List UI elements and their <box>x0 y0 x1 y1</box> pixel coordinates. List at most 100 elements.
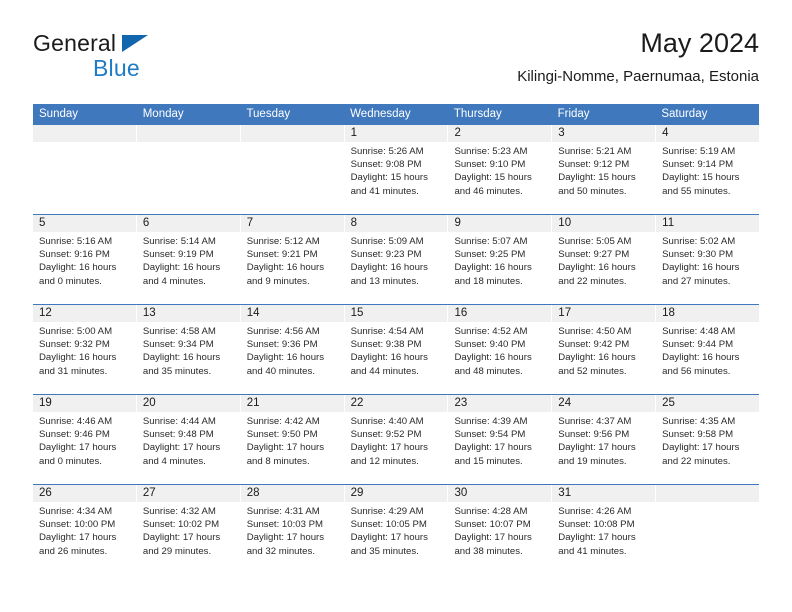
sunrise-time: Sunrise: 4:31 AM <box>246 506 320 517</box>
day-cell[interactable]: 13 Sunrise: 4:58 AM Sunset: 9:34 PM Dayligh… <box>136 305 241 394</box>
calendar-week-row: 19 Sunrise: 4:46 AM Sunset: 9:46 PM Dayligh… <box>33 394 760 484</box>
calendar-week-row: 1 Sunrise: 5:26 AM Sunset: 9:08 PM Daylight… <box>33 125 760 214</box>
day-number: 15 <box>344 305 448 322</box>
sunrise-time: Sunrise: 4:50 AM <box>558 326 632 337</box>
logo-text-general: General <box>33 30 117 56</box>
day-number: 23 <box>448 395 552 412</box>
sunrise-time: Sunrise: 4:52 AM <box>454 326 528 337</box>
day-number: 18 <box>656 305 760 322</box>
calendar-weeks: 1 Sunrise: 5:26 AM Sunset: 9:08 PM Daylight… <box>33 125 760 574</box>
daylight-duration-line1: Daylight: 15 hours <box>454 172 532 184</box>
day-cell[interactable]: 1 Sunrise: 5:26 AM Sunset: 9:08 PM Daylight… <box>344 125 449 214</box>
day-cell[interactable]: 8 Sunrise: 5:09 AM Sunset: 9:23 PM Daylight… <box>344 215 449 304</box>
daylight-duration-line2: and 15 minutes. <box>454 455 523 467</box>
day-details: Sunrise: 5:09 AM Sunset: 9:23 PM Daylight:… <box>345 232 448 288</box>
sunset-time: Sunset: 9:36 PM <box>246 339 318 351</box>
day-cell[interactable]: 18 Sunrise: 4:48 AM Sunset: 9:44 PM Dayligh… <box>656 305 760 394</box>
day-details: Sunrise: 5:21 AM Sunset: 9:12 PM Daylight:… <box>552 142 655 198</box>
daylight-duration-line1: Daylight: 17 hours <box>350 442 428 454</box>
day-cell[interactable]: 27 Sunrise: 4:32 AM Sunset: 10:02 PM Daylig… <box>136 485 241 574</box>
day-details: Sunrise: 5:19 AM Sunset: 9:14 PM Daylight:… <box>656 142 759 198</box>
day-cell[interactable]: 26 Sunrise: 4:34 AM Sunset: 10:00 PM Daylig… <box>33 485 137 574</box>
day-number: 6 <box>136 215 240 232</box>
daylight-duration-line1: Daylight: 15 hours <box>558 172 636 184</box>
day-number <box>136 125 240 142</box>
day-cell[interactable]: 7 Sunrise: 5:12 AM Sunset: 9:21 PM Daylight… <box>240 215 345 304</box>
sunrise-time: Sunrise: 5:26 AM <box>350 146 424 157</box>
daylight-duration-line1: Daylight: 15 hours <box>662 172 740 184</box>
general-blue-logo[interactable]: General Blue <box>33 30 233 86</box>
calendar-week-row: 5 Sunrise: 5:16 AM Sunset: 9:16 PM Daylight… <box>33 214 760 304</box>
page-header: General Blue May 2024 Kilingi-Nomme, Pae… <box>33 28 759 98</box>
day-cell[interactable]: 29 Sunrise: 4:29 AM Sunset: 10:05 PM Daylig… <box>344 485 449 574</box>
sunset-time: Sunset: 10:00 PM <box>39 519 116 531</box>
calendar-week-row: 26 Sunrise: 4:34 AM Sunset: 10:00 PM Daylig… <box>33 484 760 574</box>
daylight-duration-line2: and 19 minutes. <box>558 455 627 467</box>
day-cell[interactable]: 15 Sunrise: 4:54 AM Sunset: 9:38 PM Dayligh… <box>344 305 449 394</box>
day-cell[interactable]: 3 Sunrise: 5:21 AM Sunset: 9:12 PM Daylight… <box>552 125 657 214</box>
day-details: Sunrise: 5:14 AM Sunset: 9:19 PM Daylight:… <box>137 232 240 288</box>
day-cell[interactable]: 24 Sunrise: 4:37 AM Sunset: 9:56 PM Dayligh… <box>552 395 657 484</box>
weekday-header-friday: Friday <box>557 108 590 120</box>
day-cell[interactable]: 14 Sunrise: 4:56 AM Sunset: 9:36 PM Dayligh… <box>240 305 345 394</box>
daylight-duration-line2: and 35 minutes. <box>142 365 212 377</box>
day-cell[interactable]: 30 Sunrise: 4:28 AM Sunset: 10:07 PM Daylig… <box>448 485 553 574</box>
daylight-duration-line1: Daylight: 17 hours <box>142 532 221 544</box>
day-cell[interactable]: 6 Sunrise: 5:14 AM Sunset: 9:19 PM Daylight… <box>136 215 241 304</box>
day-cell[interactable]: 20 Sunrise: 4:44 AM Sunset: 9:48 PM Dayligh… <box>136 395 241 484</box>
day-cell[interactable]: 28 Sunrise: 4:31 AM Sunset: 10:03 PM Daylig… <box>240 485 345 574</box>
day-number: 26 <box>33 485 136 502</box>
day-cell[interactable]: 10 Sunrise: 5:05 AM Sunset: 9:27 PM Dayligh… <box>552 215 657 304</box>
sunset-time: Sunset: 9:42 PM <box>558 339 630 351</box>
day-cell[interactable]: 23 Sunrise: 4:39 AM Sunset: 9:54 PM Dayligh… <box>448 395 553 484</box>
day-cell[interactable]: 31 Sunrise: 4:26 AM Sunset: 10:08 PM Daylig… <box>552 485 657 574</box>
day-number: 21 <box>240 395 344 412</box>
day-cell[interactable]: 19 Sunrise: 4:46 AM Sunset: 9:46 PM Dayligh… <box>33 395 137 484</box>
weekday-header-sunday: Sunday <box>39 108 79 120</box>
daylight-duration-line1: Daylight: 17 hours <box>558 442 636 454</box>
day-details: Sunrise: 4:39 AM Sunset: 9:54 PM Daylight:… <box>448 412 551 468</box>
sunset-time: Sunset: 9:16 PM <box>39 249 110 261</box>
day-cell[interactable]: 5 Sunrise: 5:16 AM Sunset: 9:16 PM Daylight… <box>33 215 137 304</box>
day-cell[interactable]: 12 Sunrise: 5:00 AM Sunset: 9:32 PM Dayligh… <box>33 305 137 394</box>
day-cell[interactable]: 17 Sunrise: 4:50 AM Sunset: 9:42 PM Dayligh… <box>552 305 657 394</box>
daylight-duration-line2: and 9 minutes. <box>246 275 310 287</box>
title-block: May 2024 Kilingi-Nomme, Paernumaa, Eston… <box>517 26 759 86</box>
logo-text-blue: Blue <box>93 55 140 81</box>
day-cell[interactable]: 9 Sunrise: 5:07 AM Sunset: 9:25 PM Daylight… <box>448 215 553 304</box>
day-details: Sunrise: 4:56 AM Sunset: 9:36 PM Daylight:… <box>241 322 344 378</box>
daylight-duration-line1: Daylight: 16 hours <box>662 352 740 364</box>
sunset-time: Sunset: 9:38 PM <box>350 339 422 351</box>
sunrise-time: Sunrise: 4:58 AM <box>142 326 216 337</box>
day-details: Sunrise: 5:02 AM Sunset: 9:30 PM Daylight:… <box>656 232 759 288</box>
sunrise-time: Sunrise: 4:48 AM <box>662 326 736 337</box>
sunset-time: Sunset: 9:25 PM <box>454 249 526 261</box>
day-cell[interactable]: 4 Sunrise: 5:19 AM Sunset: 9:14 PM Daylight… <box>656 125 760 214</box>
daylight-duration-line2: and 46 minutes. <box>454 185 523 197</box>
day-cell[interactable]: 2 Sunrise: 5:23 AM Sunset: 9:10 PM Daylight… <box>448 125 553 214</box>
calendar-week-inner: 26 Sunrise: 4:34 AM Sunset: 10:00 PM Daylig… <box>33 485 760 574</box>
calendar-week-inner: 1 Sunrise: 5:26 AM Sunset: 9:08 PM Daylight… <box>33 125 760 214</box>
sunrise-time: Sunrise: 5:09 AM <box>350 236 424 247</box>
daylight-duration-line1: Daylight: 16 hours <box>39 352 117 364</box>
daylight-duration-line2: and 35 minutes. <box>350 545 419 557</box>
day-cell[interactable]: 25 Sunrise: 4:35 AM Sunset: 9:58 PM Dayligh… <box>656 395 760 484</box>
sunrise-time: Sunrise: 4:46 AM <box>39 416 113 427</box>
day-number: 25 <box>656 395 760 412</box>
daylight-duration-line1: Daylight: 16 hours <box>246 262 325 274</box>
daylight-duration-line1: Daylight: 16 hours <box>39 262 117 274</box>
day-cell[interactable]: 21 Sunrise: 4:42 AM Sunset: 9:50 PM Dayligh… <box>240 395 345 484</box>
calendar-week-inner: 12 Sunrise: 5:00 AM Sunset: 9:32 PM Dayligh… <box>33 305 760 394</box>
day-details: Sunrise: 5:00 AM Sunset: 9:32 PM Daylight:… <box>33 322 136 378</box>
sunrise-time: Sunrise: 4:29 AM <box>350 506 424 517</box>
day-cell[interactable]: 11 Sunrise: 5:02 AM Sunset: 9:30 PM Dayligh… <box>656 215 760 304</box>
sunset-time: Sunset: 9:52 PM <box>350 429 422 441</box>
day-details: Sunrise: 4:31 AM Sunset: 10:03 PM Daylight… <box>241 502 344 558</box>
day-number: 20 <box>136 395 240 412</box>
day-cell[interactable]: 16 Sunrise: 4:52 AM Sunset: 9:40 PM Dayligh… <box>448 305 553 394</box>
day-cell[interactable]: 22 Sunrise: 4:40 AM Sunset: 9:52 PM Dayligh… <box>344 395 449 484</box>
day-details: Sunrise: 4:40 AM Sunset: 9:52 PM Daylight:… <box>345 412 448 468</box>
daylight-duration-line1: Daylight: 16 hours <box>246 352 325 364</box>
day-number: 12 <box>33 305 136 322</box>
day-details: Sunrise: 4:58 AM Sunset: 9:34 PM Daylight:… <box>137 322 240 378</box>
